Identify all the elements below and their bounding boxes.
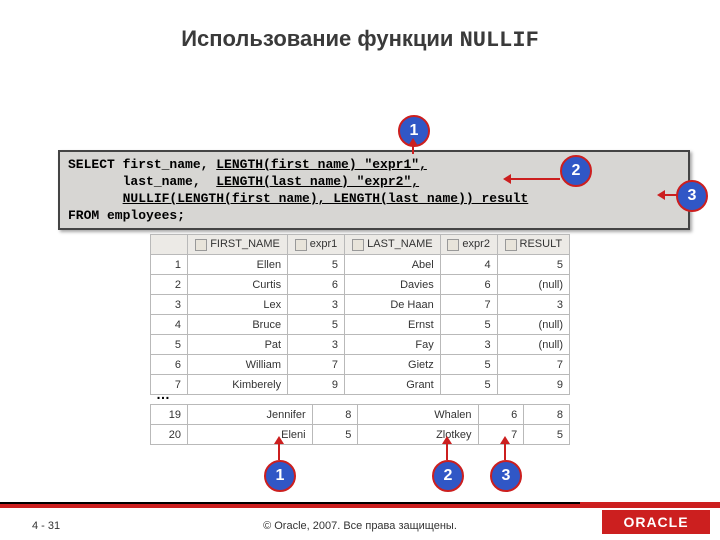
cell-expr2: 7 (440, 295, 497, 315)
cell-expr2: 5 (440, 375, 497, 395)
row-num: 4 (151, 315, 188, 335)
cell-expr1: 6 (288, 275, 345, 295)
arrow-top-3 (665, 194, 677, 196)
cell-expr1: 5 (312, 425, 358, 445)
cell-result: 8 (524, 405, 570, 425)
cell-expr2: 6 (440, 275, 497, 295)
sql-l1a: SELECT first_name, (68, 157, 216, 172)
cell-expr1: 5 (288, 315, 345, 335)
cell-firstname: Bruce (188, 315, 288, 335)
arrow-bot-3 (504, 444, 506, 460)
cell-expr2: 5 (440, 355, 497, 375)
cell-result: (null) (497, 315, 569, 335)
cell-firstname: Pat (188, 335, 288, 355)
cell-firstname: Eleni (188, 425, 313, 445)
callout-top-2: 2 (560, 155, 592, 187)
arrow-bot-2 (446, 444, 448, 460)
cell-lastname: Gietz (345, 355, 441, 375)
slide-title: Использование функции NULLIF (0, 26, 720, 53)
arrow-top-2 (511, 178, 560, 180)
cell-lastname: Ernst (345, 315, 441, 335)
cell-result: 3 (497, 295, 569, 315)
th-result: RESULT (520, 238, 563, 250)
table-row: 7Kimberely9Grant59 (151, 375, 570, 395)
col-icon (295, 239, 307, 251)
cell-result: 7 (497, 355, 569, 375)
cell-result: 5 (524, 425, 570, 445)
row-num: 5 (151, 335, 188, 355)
cell-firstname: Jennifer (188, 405, 313, 425)
col-icon (447, 239, 459, 251)
cell-expr1: 3 (288, 335, 345, 355)
cell-lastname: Grant (345, 375, 441, 395)
cell-firstname: William (188, 355, 288, 375)
row-num: 19 (151, 405, 188, 425)
row-num: 2 (151, 275, 188, 295)
cell-result: (null) (497, 335, 569, 355)
cell-lastname: Zlotkey (358, 425, 478, 445)
arrow-top-1 (412, 146, 414, 154)
result-table-1: FIRST_NAME expr1 LAST_NAME expr2 RESULT … (150, 234, 570, 395)
sql-codeblock: SELECT first_name, LENGTH(first_name) "e… (58, 150, 690, 230)
cell-expr2: 6 (478, 405, 524, 425)
cell-expr1: 9 (288, 375, 345, 395)
cell-lastname: Fay (345, 335, 441, 355)
cell-result: 9 (497, 375, 569, 395)
table-row: 5Pat3Fay3(null) (151, 335, 570, 355)
col-icon (352, 239, 364, 251)
cell-result: 5 (497, 255, 569, 275)
row-num: 1 (151, 255, 188, 275)
cell-expr1: 8 (312, 405, 358, 425)
row-num: 3 (151, 295, 188, 315)
th-expr2: expr2 (462, 238, 490, 250)
col-icon (505, 239, 517, 251)
ellipsis: … (156, 386, 170, 402)
sql-l1b: LENGTH(first_name) "expr1", (216, 157, 427, 172)
table-row: 1Ellen5Abel45 (151, 255, 570, 275)
col-icon (195, 239, 207, 251)
row-num: 20 (151, 425, 188, 445)
callout-top-3: 3 (676, 180, 708, 212)
sql-l3b: NULLIF(LENGTH(first_name), LENGTH(last_n… (123, 191, 529, 206)
arrow-bot-1 (278, 444, 280, 460)
table-row: 19Jennifer8Whalen68 (151, 405, 570, 425)
sql-l2a: last_name, (68, 174, 216, 189)
cell-lastname: Whalen (358, 405, 478, 425)
row-num: 6 (151, 355, 188, 375)
th-firstname: FIRST_NAME (210, 238, 280, 250)
oracle-logo: ORACLE (602, 510, 710, 534)
cell-firstname: Kimberely (188, 375, 288, 395)
cell-expr2: 4 (440, 255, 497, 275)
callout-bot-2: 2 (432, 460, 464, 492)
table-row: 2Curtis6Davies6(null) (151, 275, 570, 295)
cell-expr1: 7 (288, 355, 345, 375)
sql-l3a (68, 191, 123, 206)
title-func: NULLIF (460, 28, 539, 53)
cell-firstname: Curtis (188, 275, 288, 295)
table-row: 6William7Gietz57 (151, 355, 570, 375)
table-row: 3Lex3De Haan73 (151, 295, 570, 315)
cell-expr1: 5 (288, 255, 345, 275)
cell-expr2: 3 (440, 335, 497, 355)
cell-lastname: De Haan (345, 295, 441, 315)
callout-bot-1: 1 (264, 460, 296, 492)
cell-expr1: 3 (288, 295, 345, 315)
table-row: 4Bruce5Ernst5(null) (151, 315, 570, 335)
callout-bot-3: 3 (490, 460, 522, 492)
cell-firstname: Lex (188, 295, 288, 315)
cell-firstname: Ellen (188, 255, 288, 275)
footer-redline (0, 502, 720, 508)
sql-l2b: LENGTH(last_name) "expr2", (216, 174, 419, 189)
footer: 4 - 31 © Oracle, 2007. Все права защищен… (0, 502, 720, 540)
cell-lastname: Davies (345, 275, 441, 295)
cell-result: (null) (497, 275, 569, 295)
cell-expr2: 5 (440, 315, 497, 335)
title-prefix: Использование функции (181, 26, 453, 51)
th-expr1: expr1 (310, 238, 338, 250)
th-lastname: LAST_NAME (367, 238, 432, 250)
sql-l4: FROM employees; (68, 207, 680, 224)
cell-lastname: Abel (345, 255, 441, 275)
